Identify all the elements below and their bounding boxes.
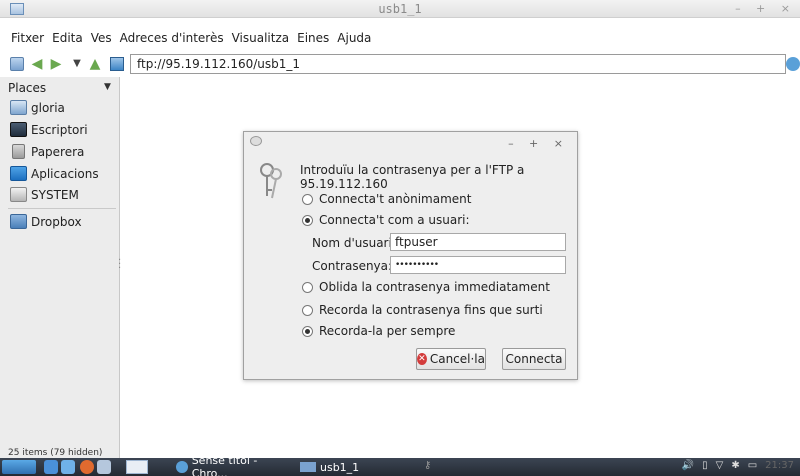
network-icon[interactable]: ▽ <box>716 460 724 471</box>
sidebar-item-label: Escriptori <box>31 122 88 137</box>
radio-as-user[interactable]: Connecta't com a usuari: <box>302 213 470 227</box>
desktop-icon <box>10 122 27 137</box>
trash-icon <box>12 144 25 159</box>
ftp-password-dialog: – + × Introduïu la contrasenya per a l'F… <box>243 131 578 380</box>
password-label: Contrasenya: <box>312 259 393 273</box>
cancel-button[interactable]: ✕ Cancel·la <box>416 348 486 370</box>
radio-label: Connecta't anònimament <box>319 192 472 206</box>
show-desktop-icon[interactable] <box>126 460 148 474</box>
dialog-message: Introduïu la contrasenya per a l'FTP a 9… <box>300 163 525 191</box>
sidebar-item-paperera[interactable]: Paperera <box>10 144 84 159</box>
cancel-icon: ✕ <box>417 353 427 365</box>
sidebar-divider <box>8 208 116 209</box>
keyring-icon: ⚷ <box>424 460 432 471</box>
radio-selected-icon[interactable] <box>302 214 313 226</box>
radio-label: Connecta't com a usuari: <box>319 213 470 227</box>
sidebar-item-aplicacions[interactable]: Aplicacions <box>10 166 99 181</box>
taskbar-window-label: Sense títol - Chro... <box>191 454 258 476</box>
sidebar-item-label: SYSTEM <box>31 187 79 202</box>
username-label: Nom d'usuari: <box>312 236 396 250</box>
sidebar-item-gloria[interactable]: gloria <box>10 100 65 115</box>
new-tab-icon[interactable] <box>10 57 24 71</box>
history-dropdown-icon[interactable]: ▼ <box>70 57 84 71</box>
system-tray: 🔊 ▯ ▽ ✱ ▭ 21:37 <box>682 460 794 471</box>
clock[interactable]: 21:37 <box>765 460 794 471</box>
menu-edita[interactable]: Edita <box>52 31 83 49</box>
radio-anonymous[interactable]: Connecta't anònimament <box>302 192 471 206</box>
sidebar-item-label: Aplicacions <box>31 166 99 181</box>
taskbar-window-label: usb1_1 <box>320 460 360 474</box>
back-arrow-icon[interactable]: ◀ <box>30 57 44 71</box>
radio-selected-icon[interactable] <box>302 325 313 337</box>
radio-icon[interactable] <box>302 281 313 293</box>
go-icon[interactable] <box>786 57 800 71</box>
volume-icon[interactable]: 🔊 <box>682 460 694 471</box>
cancel-button-label: Cancel·la <box>429 352 485 366</box>
window-controls[interactable]: – + × <box>735 2 796 15</box>
window-title: usb1_1 <box>378 2 422 16</box>
places-header[interactable]: Places <box>8 81 46 95</box>
toolbar: ◀ ▶ ▼ ▲ ftp://95.19.112.160/usb1_1 <box>0 52 800 76</box>
connect-button[interactable]: Connecta <box>502 348 566 370</box>
sidebar-item-system[interactable]: SYSTEM <box>10 187 79 202</box>
up-arrow-icon[interactable]: ▲ <box>88 57 102 71</box>
radio-icon[interactable] <box>302 304 313 316</box>
battery-icon[interactable]: ▯ <box>702 460 708 471</box>
key-icon <box>250 136 262 146</box>
radio-icon[interactable] <box>302 193 313 205</box>
username-input[interactable] <box>390 233 566 251</box>
chrome-icon <box>176 461 188 473</box>
display-icon[interactable]: ▭ <box>748 460 757 471</box>
taskbar-window-filemanager[interactable]: usb1_1 <box>300 460 420 474</box>
menu-bar: Fitxer Edita Ves Adreces d'interès Visua… <box>0 31 800 49</box>
radio-remember-session[interactable]: Recorda la contrasenya fins que surti <box>302 303 543 317</box>
chevron-down-icon[interactable]: ▼ <box>104 82 111 92</box>
title-bar: usb1_1 – + × <box>0 0 800 18</box>
launcher-terminal-icon[interactable] <box>97 460 111 474</box>
applications-icon <box>10 166 27 181</box>
radio-label: Recorda-la per sempre <box>319 324 456 338</box>
radio-label: Oblida la contrasenya immediatament <box>319 280 550 294</box>
dropbox-tray-icon[interactable]: ✱ <box>731 460 739 471</box>
dropbox-folder-icon <box>10 214 27 229</box>
menu-ves[interactable]: Ves <box>91 31 112 49</box>
menu-fitxer[interactable]: Fitxer <box>11 31 44 49</box>
start-menu-icon[interactable] <box>2 460 36 474</box>
home-folder-icon <box>10 100 27 115</box>
sidebar-item-escriptori[interactable]: Escriptori <box>10 122 88 137</box>
folder-icon <box>300 462 316 472</box>
status-bar-text: 25 items (79 hidden) <box>8 448 103 458</box>
dialog-window-controls[interactable]: – + × <box>508 137 569 150</box>
sidebar-item-label: gloria <box>31 100 65 115</box>
password-input[interactable]: •••••••••• <box>390 256 566 274</box>
forward-arrow-icon[interactable]: ▶ <box>49 57 63 71</box>
radio-label: Recorda la contrasenya fins que surti <box>319 303 543 317</box>
taskbar-window-browser[interactable]: Sense títol - Chro... <box>176 454 294 476</box>
launcher-browser-icon[interactable] <box>61 460 75 474</box>
menu-ajuda[interactable]: Ajuda <box>337 31 371 49</box>
location-icon <box>110 57 124 71</box>
sidebar: Places ▼ gloria Escriptori Paperera Apli… <box>0 77 121 458</box>
taskbar: Sense títol - Chro... usb1_1 ⚷ 🔊 ▯ ▽ ✱ ▭… <box>0 454 800 476</box>
menu-adreces[interactable]: Adreces d'interès <box>120 31 224 49</box>
keys-icon <box>260 163 282 199</box>
address-bar[interactable]: ftp://95.19.112.160/usb1_1 <box>130 54 786 74</box>
sidebar-item-label: Dropbox <box>31 214 82 229</box>
sidebar-item-dropbox[interactable]: Dropbox <box>10 214 82 229</box>
launcher-files-icon[interactable] <box>44 460 58 474</box>
radio-remember-forever[interactable]: Recorda-la per sempre <box>302 324 455 338</box>
radio-forget-immediately[interactable]: Oblida la contrasenya immediatament <box>302 280 550 294</box>
drive-icon <box>10 187 27 202</box>
sidebar-item-label: Paperera <box>31 144 85 159</box>
launcher-firefox-icon[interactable] <box>80 460 94 474</box>
menu-eines[interactable]: Eines <box>297 31 329 49</box>
menu-visualitza[interactable]: Visualitza <box>232 31 290 49</box>
